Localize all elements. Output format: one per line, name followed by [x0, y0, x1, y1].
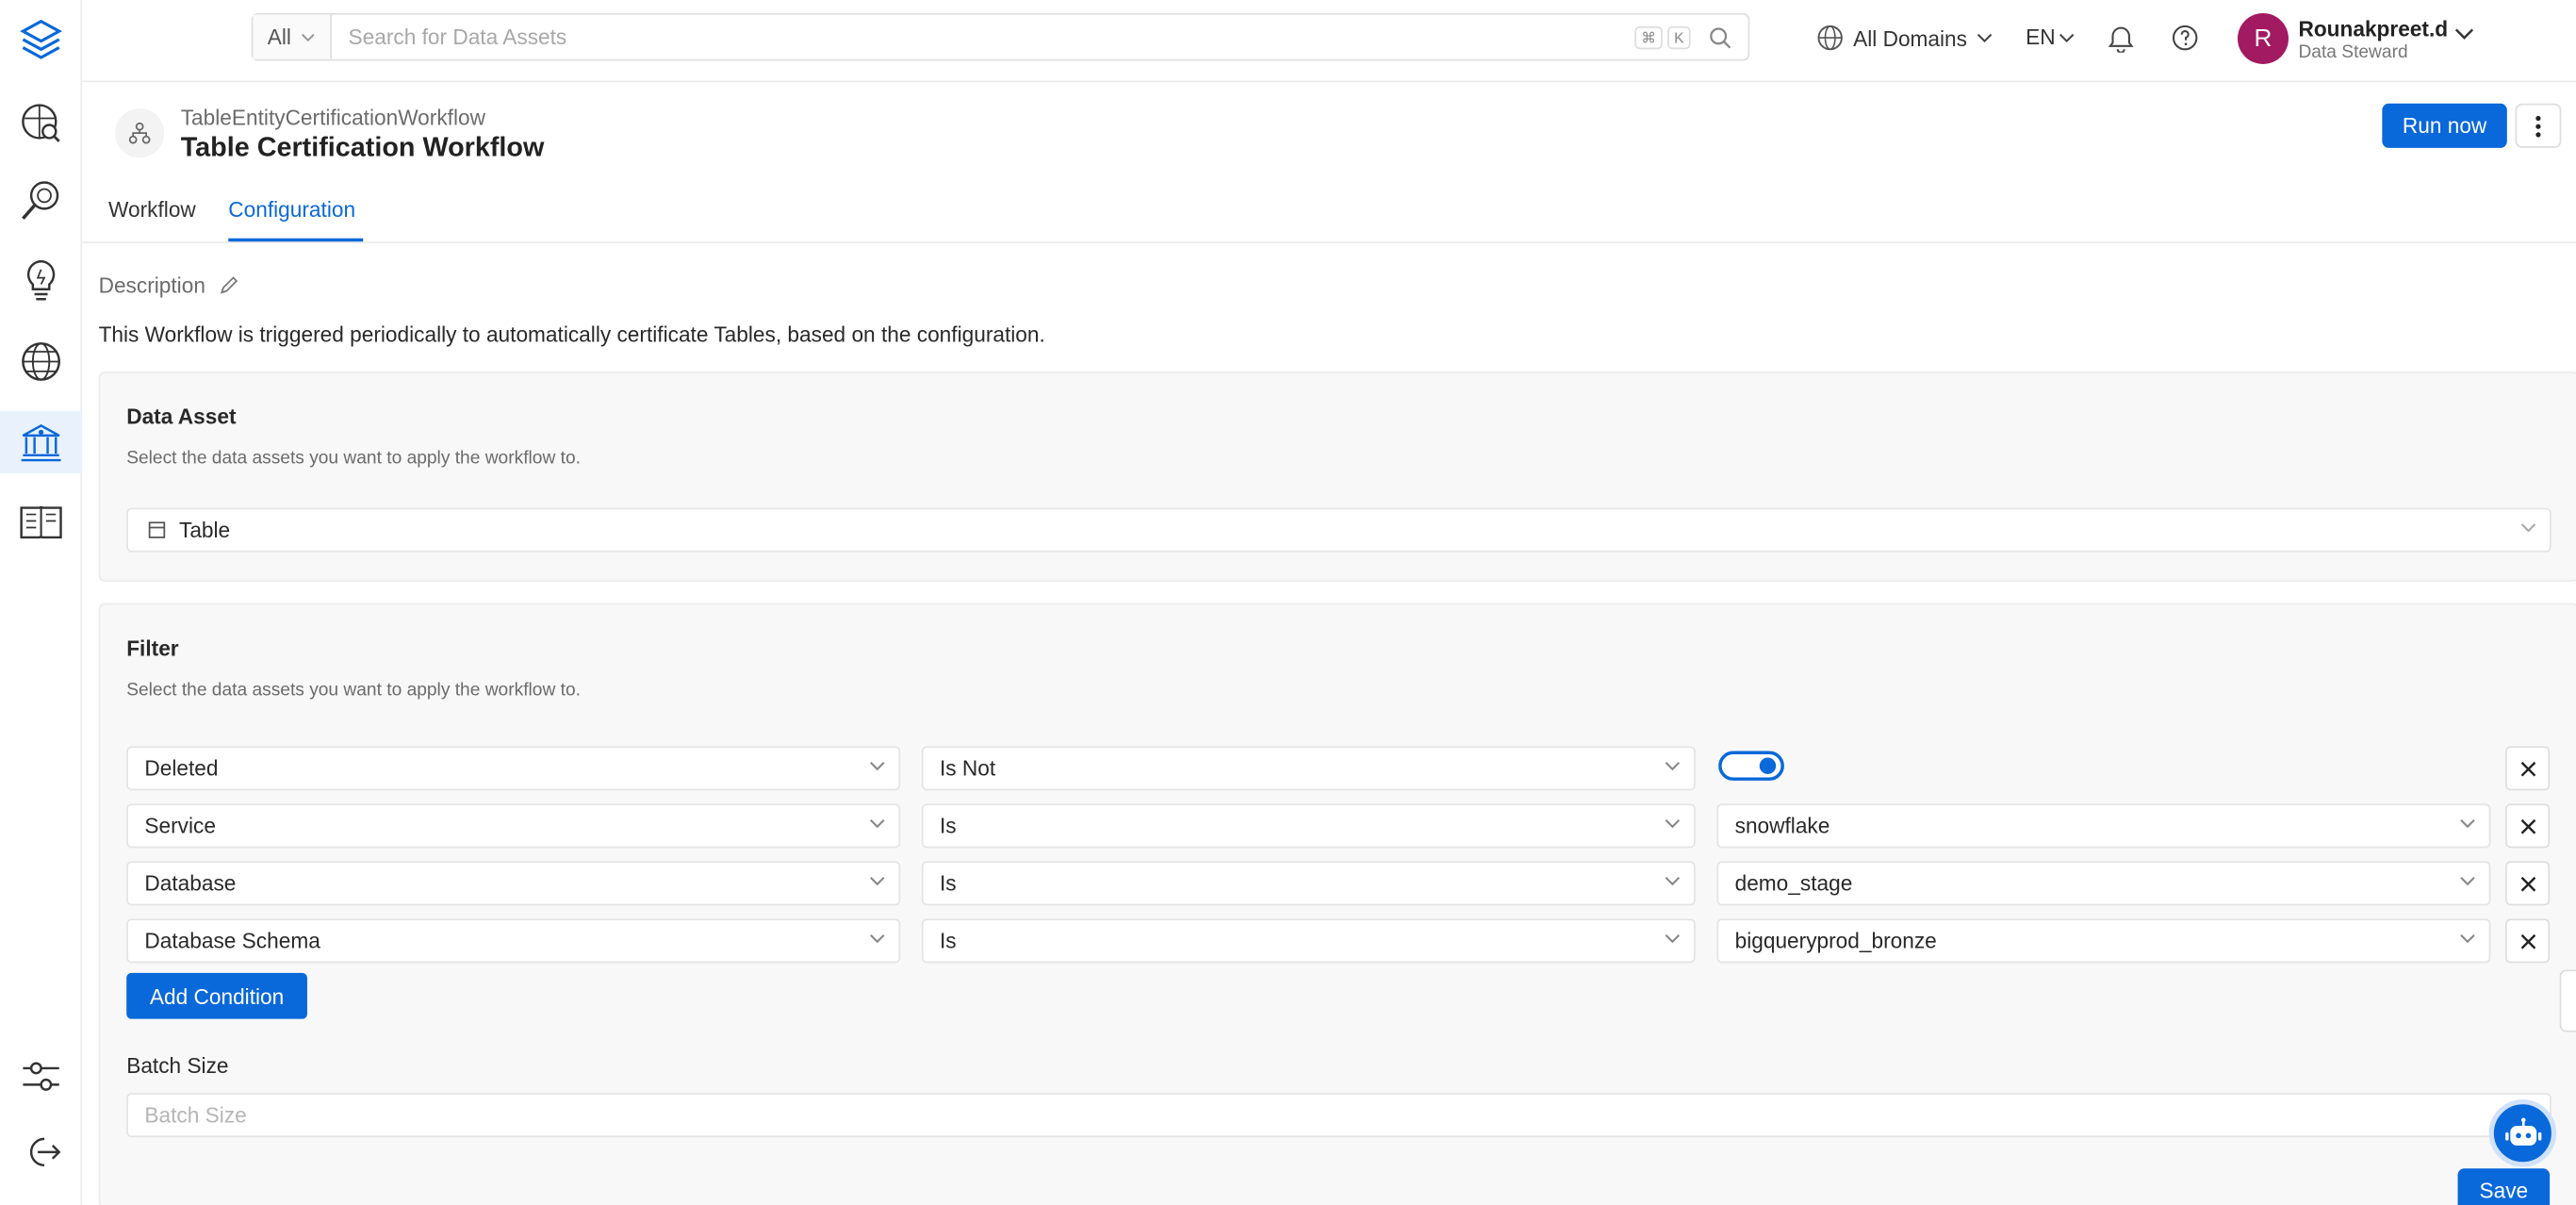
data-asset-card: Data Asset Select the data assets you wa… — [98, 371, 2576, 583]
notifications-bell-icon[interactable] — [2108, 25, 2134, 60]
condition-value-select[interactable]: demo_stage — [1716, 861, 2491, 906]
condition-operator-select[interactable]: Is Not — [921, 746, 1696, 791]
batch-size-label: Batch Size — [126, 1053, 229, 1079]
condition-operator-value: Is — [939, 870, 957, 896]
remove-condition-close-icon[interactable] — [2505, 918, 2551, 964]
condition-operator-value: Is Not — [939, 755, 996, 781]
globe-icon — [1817, 25, 1843, 51]
active-tab-indicator — [228, 238, 364, 242]
condition-field-value: Deleted — [144, 755, 219, 781]
chevron-down-icon — [1665, 934, 1681, 944]
user-role: Data Steward — [2298, 42, 2408, 63]
condition-operator-select[interactable]: Is — [921, 918, 1696, 964]
domains-icon[interactable] — [0, 330, 82, 392]
chevron-down-icon — [1665, 762, 1681, 771]
save-button[interactable]: Save — [2457, 1168, 2551, 1205]
chevron-down-icon — [870, 762, 885, 771]
glossary-icon[interactable] — [0, 489, 82, 552]
add-condition-button[interactable]: Add Condition — [126, 972, 307, 1019]
chevron-down-icon — [870, 934, 885, 944]
batch-size-input[interactable]: Batch Size — [126, 1093, 2551, 1138]
chevron-down-icon — [870, 877, 885, 886]
workflow-fqn: TableEntityCertificationWorkflow — [180, 105, 485, 130]
chevron-down-icon — [2460, 819, 2475, 829]
data-asset-title: Data Asset — [126, 404, 237, 429]
condition-value: bigqueryprod_bronze — [1734, 928, 1937, 953]
ai-assistant-bot-icon[interactable] — [2488, 1099, 2557, 1167]
remove-condition-close-icon[interactable] — [2505, 803, 2551, 849]
domain-selector[interactable]: All Domains — [1817, 25, 1994, 51]
chevron-down-icon — [1665, 819, 1681, 829]
condition-value-toggle[interactable] — [1718, 751, 1784, 781]
condition-value-select[interactable]: bigqueryprod_bronze — [1716, 918, 2491, 964]
side-drawer-handle[interactable] — [2559, 969, 2576, 1032]
global-search-bar[interactable]: All Search for Data Assets ⌘ K — [251, 12, 1750, 61]
chevron-down-icon — [2520, 523, 2536, 533]
data-asset-value: Table — [178, 518, 231, 543]
description-label: Description — [98, 272, 205, 298]
domains-label: All Domains — [1853, 25, 1967, 51]
user-name[interactable]: Rounakpreet.d — [2298, 16, 2448, 41]
condition-operator-select[interactable]: Is — [921, 803, 1696, 849]
shortcut-cmd-key: ⌘ — [1634, 25, 1663, 49]
search-scope-dropdown[interactable]: All — [253, 14, 333, 59]
chevron-down-icon — [2460, 877, 2475, 886]
condition-field-select[interactable]: Database Schema — [126, 918, 901, 964]
observability-icon[interactable] — [0, 170, 82, 232]
chevron-down-icon — [2460, 934, 2475, 944]
more-options-icon[interactable] — [2515, 103, 2562, 148]
condition-value-select[interactable]: snowflake — [1716, 803, 2491, 849]
page-title: Table Certification Workflow — [180, 133, 545, 163]
filter-title: Filter — [126, 636, 179, 661]
condition-field-select[interactable]: Service — [126, 803, 901, 849]
edit-pencil-icon[interactable] — [219, 274, 240, 296]
toggle-knob — [1759, 757, 1777, 774]
help-icon[interactable] — [2172, 25, 2198, 59]
workflow-icon — [115, 108, 165, 158]
condition-field-value: Service — [144, 813, 216, 838]
tab-workflow[interactable]: Workflow — [108, 197, 196, 222]
search-scope-label: All — [267, 25, 291, 50]
filter-card: Filter Select the data assets you want t… — [98, 602, 2576, 1205]
filter-subtitle: Select the data assets you want to apply… — [126, 680, 581, 701]
user-avatar[interactable]: R — [2237, 12, 2289, 64]
explore-icon[interactable] — [0, 92, 82, 155]
language-selector[interactable]: EN — [2026, 25, 2075, 49]
condition-value: demo_stage — [1734, 870, 1853, 896]
logout-icon[interactable] — [0, 1121, 82, 1183]
search-input[interactable]: Search for Data Assets — [332, 25, 1634, 49]
search-icon[interactable] — [1709, 25, 1731, 48]
remove-condition-close-icon[interactable] — [2505, 746, 2551, 791]
condition-operator-value: Is — [939, 813, 957, 838]
insights-icon[interactable] — [0, 248, 82, 310]
language-label: EN — [2026, 25, 2056, 50]
condition-field-value: Database — [144, 870, 237, 896]
user-menu-chevron-down-icon[interactable] — [2454, 28, 2474, 41]
shortcut-k-key: K — [1667, 25, 1691, 49]
tab-bar: Workflow Configuration — [82, 181, 2576, 243]
chevron-down-icon — [302, 32, 316, 41]
condition-operator-value: Is — [939, 928, 957, 953]
condition-field-value: Database Schema — [144, 928, 320, 953]
description-text: This Workflow is triggered periodically … — [98, 322, 1045, 347]
tab-configuration[interactable]: Configuration — [228, 197, 355, 222]
condition-field-select[interactable]: Database — [126, 861, 901, 906]
chevron-down-icon — [1665, 877, 1681, 886]
condition-value: snowflake — [1734, 813, 1830, 838]
chevron-down-icon — [870, 819, 885, 829]
governance-icon[interactable] — [0, 410, 83, 473]
data-asset-select[interactable]: Table — [126, 507, 2551, 553]
run-now-button[interactable]: Run now — [2382, 103, 2507, 148]
condition-field-select[interactable]: Deleted — [126, 746, 901, 791]
description-header: Description — [99, 272, 240, 297]
settings-icon[interactable] — [0, 1046, 82, 1108]
condition-operator-select[interactable]: Is — [921, 861, 1696, 906]
chevron-down-icon — [2059, 32, 2075, 42]
sidebar — [0, 0, 83, 1205]
app-logo-icon[interactable] — [0, 8, 82, 71]
data-asset-subtitle: Select the data assets you want to apply… — [126, 448, 581, 469]
remove-condition-close-icon[interactable] — [2505, 861, 2551, 906]
chevron-down-icon — [1977, 33, 1993, 43]
table-icon — [148, 521, 166, 538]
